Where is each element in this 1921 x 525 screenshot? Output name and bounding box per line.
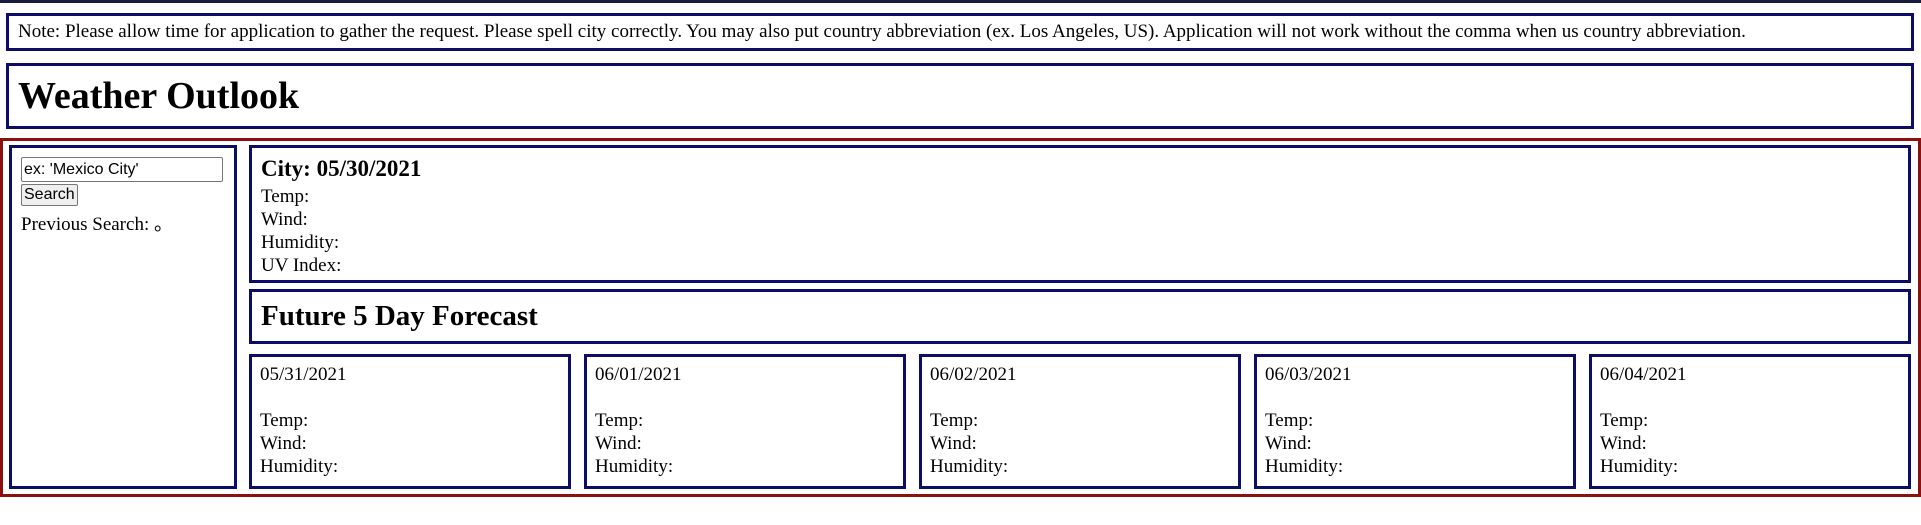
forecast-card: 06/01/2021 Temp: Wind: Humidity: [584, 354, 906, 489]
forecast-humidity: Humidity: [260, 456, 339, 477]
search-button[interactable]: Search [21, 184, 78, 206]
forecast-wind: Wind: [260, 433, 307, 454]
note-banner: Note: Please allow time for application … [6, 13, 1914, 51]
city-search-input[interactable] [21, 157, 223, 182]
forecast-wind: Wind: [1265, 433, 1312, 454]
search-sidebar: Search Previous Search: 。 [9, 145, 237, 489]
forecast-date: 06/02/2021 [930, 364, 1017, 385]
top-edge-line [0, 0, 1921, 3]
forecast-date: 06/03/2021 [1265, 364, 1352, 385]
forecast-wind: Wind: [930, 433, 977, 454]
current-humidity: Humidity: [261, 232, 340, 253]
forecast-date: 06/01/2021 [595, 364, 682, 385]
forecast-temp: Temp: [930, 410, 979, 431]
forecast-humidity: Humidity: [1600, 456, 1679, 477]
previous-search-label: Previous Search: 。 [21, 214, 173, 235]
forecast-temp: Temp: [260, 410, 309, 431]
current-uv-index: UV Index: [261, 255, 342, 276]
forecast-humidity: Humidity: [595, 456, 674, 477]
page-header: Weather Outlook [6, 63, 1914, 129]
forecast-date: 06/04/2021 [1600, 364, 1687, 385]
forecast-card: 06/02/2021 Temp: Wind: Humidity: [919, 354, 1241, 489]
current-wind: Wind: [261, 209, 308, 230]
forecast-humidity: Humidity: [930, 456, 1009, 477]
note-text: Note: Please allow time for application … [18, 21, 1746, 42]
forecast-date: 05/31/2021 [260, 364, 347, 385]
forecast-card: 05/31/2021 Temp: Wind: Humidity: [249, 354, 571, 489]
forecast-title: Future 5 Day Forecast [261, 300, 538, 332]
forecast-wind: Wind: [595, 433, 642, 454]
current-city-date: City: 05/30/2021 [261, 156, 422, 181]
forecast-card: 06/04/2021 Temp: Wind: Humidity: [1589, 354, 1911, 489]
page-title: Weather Outlook [18, 75, 300, 117]
forecast-temp: Temp: [1600, 410, 1649, 431]
forecast-temp: Temp: [1265, 410, 1314, 431]
current-temp: Temp: [261, 186, 310, 207]
forecast-header: Future 5 Day Forecast [249, 289, 1911, 344]
forecast-humidity: Humidity: [1265, 456, 1344, 477]
forecast-card: 06/03/2021 Temp: Wind: Humidity: [1254, 354, 1576, 489]
forecast-wind: Wind: [1600, 433, 1647, 454]
forecast-temp: Temp: [595, 410, 644, 431]
current-weather-panel: City: 05/30/2021 Temp: Wind: Humidity: U… [249, 145, 1911, 283]
